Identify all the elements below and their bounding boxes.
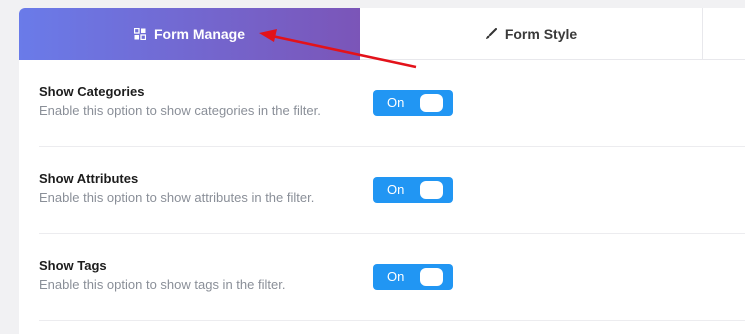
setting-row-show-tags: Show Tags Enable this option to show tag… [39, 234, 745, 321]
toggle-knob [420, 94, 443, 112]
tab-bar: Form Manage Form Style [19, 8, 745, 60]
toggle-state-label: On [387, 95, 405, 110]
grid-icon [133, 28, 146, 40]
setting-title: Show Attributes [39, 171, 139, 186]
setting-description: Enable this option to show tags in the f… [39, 277, 286, 292]
toggle-state-label: On [387, 182, 405, 197]
setting-row-show-categories: Show Categories Enable this option to sh… [39, 60, 745, 147]
show-attributes-toggle[interactable]: On [373, 177, 453, 203]
setting-description: Enable this option to show categories in… [39, 103, 321, 118]
settings-panel: Form Manage Form Style Show Categories E… [19, 8, 745, 334]
toggle-knob [420, 268, 443, 286]
setting-row-show-attributes: Show Attributes Enable this option to sh… [39, 147, 745, 234]
tab-form-style-label: Form Style [504, 26, 578, 42]
setting-description: Enable this option to show attributes in… [39, 190, 315, 205]
tab-form-manage[interactable]: Form Manage [19, 8, 360, 60]
setting-title: Show Tags [39, 258, 107, 273]
setting-title: Show Categories [39, 84, 145, 99]
brush-icon [485, 28, 497, 40]
toggle-state-label: On [387, 269, 405, 284]
show-tags-toggle[interactable]: On [373, 264, 453, 290]
toggle-knob [420, 181, 443, 199]
tab-form-style[interactable]: Form Style [360, 8, 703, 60]
tab-form-manage-label: Form Manage [153, 26, 245, 42]
show-categories-toggle[interactable]: On [373, 90, 453, 116]
